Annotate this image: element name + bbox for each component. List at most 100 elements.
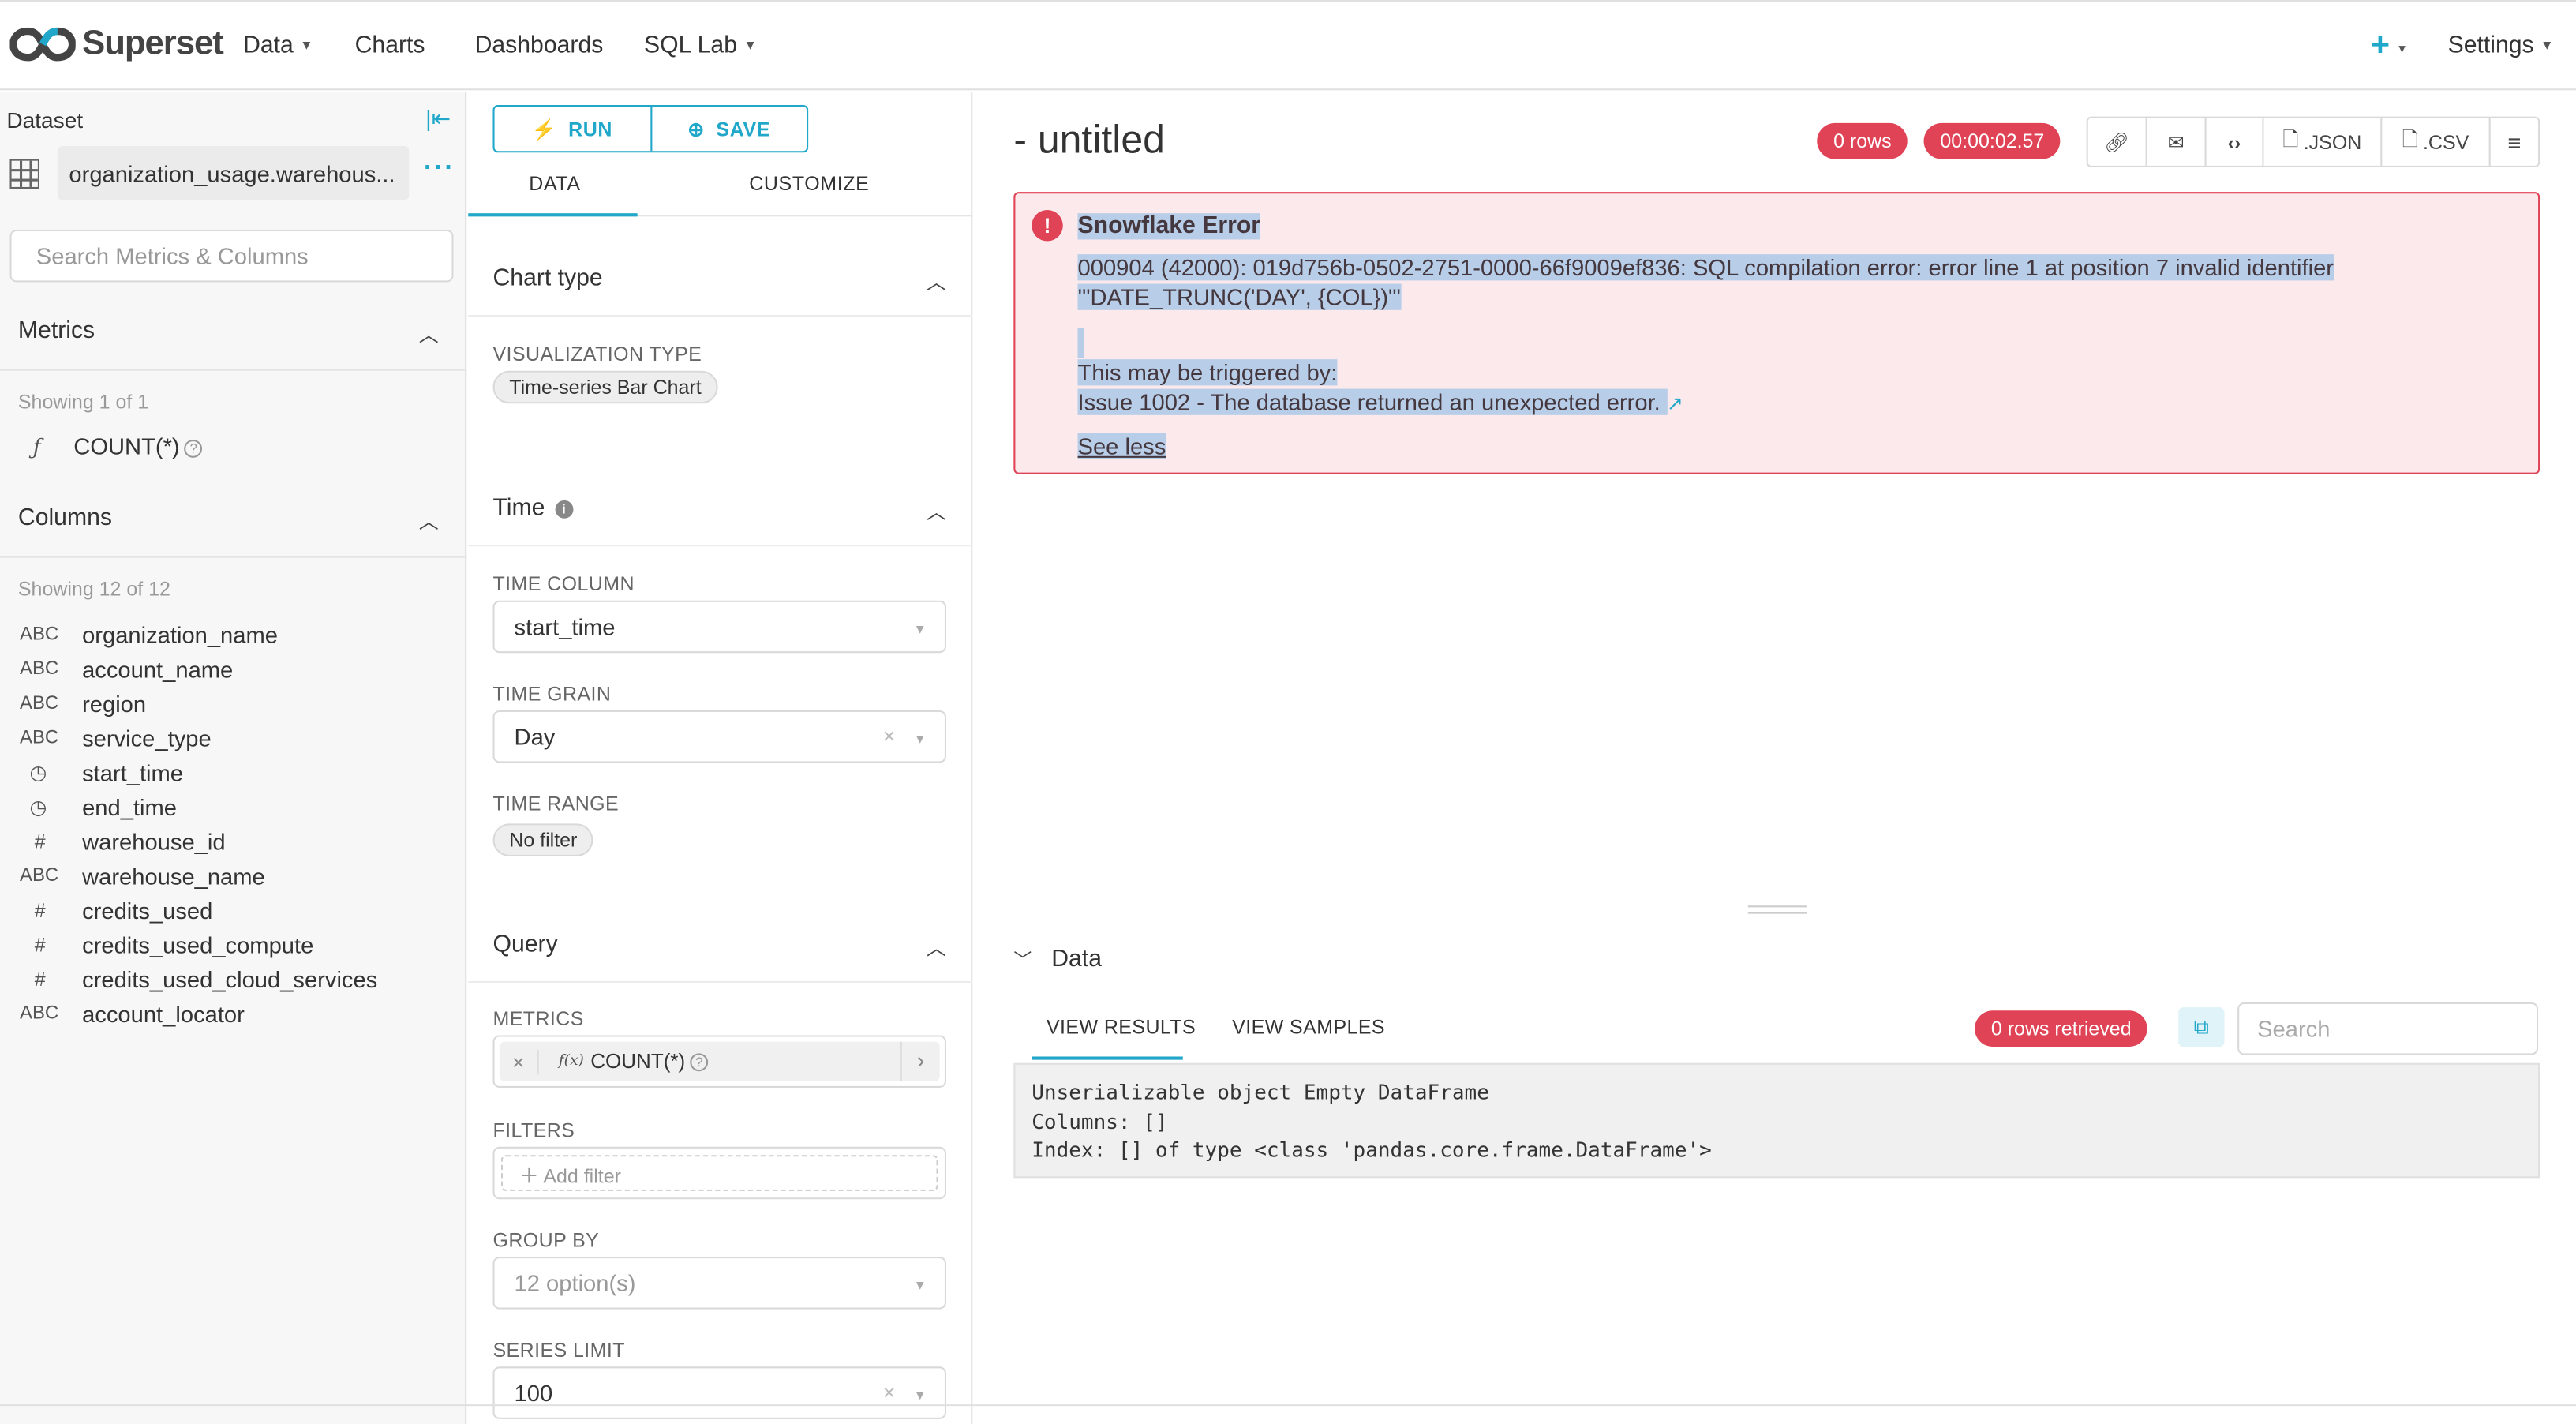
metric-pill[interactable]: × f(x) COUNT(*)? ›	[499, 1041, 940, 1081]
more-menu-button[interactable]: ≡	[2491, 118, 2538, 166]
external-link-icon[interactable]: ↗	[1667, 392, 1683, 415]
export-json-button[interactable]: 🗋 .JSON	[2263, 118, 2383, 166]
tab-view-results[interactable]: VIEW RESULTS	[1046, 1016, 1196, 1039]
column-name: credits_used_cloud_services	[82, 965, 378, 992]
add-filter-label: Add filter	[543, 1164, 621, 1188]
divider	[468, 980, 973, 983]
help-icon[interactable]: ?	[690, 1052, 709, 1071]
time-section-label: Time	[492, 495, 545, 522]
share-email-button[interactable]: ✉	[2147, 118, 2207, 166]
column-item[interactable]: ABC service_type	[20, 720, 212, 755]
export-csv-button[interactable]: 🗋 .CSV	[2382, 118, 2491, 166]
embed-code-button[interactable]: ‹›	[2207, 118, 2264, 166]
collapse-panel-icon[interactable]: |⇤	[425, 105, 451, 133]
error-alert: ! Snowflake Error 000904 (42000): 019d75…	[1013, 192, 2540, 474]
column-item[interactable]: # credits_used_compute	[20, 927, 314, 961]
top-navbar: Superset Data ▼ Charts Dashboards SQL Lab…	[0, 0, 2576, 91]
metrics-showing-count: Showing 1 of 1	[17, 390, 149, 414]
tab-data[interactable]: DATA	[529, 172, 580, 195]
triggered-by-text: This may be triggered by:	[1077, 358, 1338, 387]
data-pane-header[interactable]: ﹀ Data	[1013, 946, 1102, 972]
json-label: .JSON	[2303, 130, 2362, 154]
column-item[interactable]: ◷ start_time	[20, 755, 183, 789]
divider	[468, 315, 973, 317]
column-item[interactable]: ABC account_name	[20, 651, 233, 686]
settings-label: Settings	[2447, 32, 2534, 59]
issue-link[interactable]: Issue 1002 - The database returned an un…	[1077, 388, 1661, 415]
viz-type-selector[interactable]: Time-series Bar Chart	[492, 370, 718, 404]
code-icon: ‹›	[2227, 130, 2241, 154]
metrics-columns-search-input[interactable]	[9, 229, 454, 283]
metrics-section-header[interactable]: Metrics	[18, 318, 95, 344]
chart-type-section-header[interactable]: Chart type	[492, 266, 602, 292]
copy-results-button[interactable]: ⧉	[2178, 1007, 2225, 1047]
chevron-right-icon[interactable]: ›	[900, 1041, 940, 1081]
time-grain-select[interactable]: Day × ▼	[492, 710, 947, 763]
nav-sqllab-label: SQL Lab	[643, 32, 738, 59]
tab-customize[interactable]: CUSTOMIZE	[749, 172, 869, 195]
data-pane-title: Data	[1051, 946, 1103, 973]
column-item[interactable]: ABC region	[20, 686, 146, 721]
query-section-header[interactable]: Query	[492, 932, 557, 958]
dataset-more-icon[interactable]: ···	[424, 154, 455, 183]
resize-handle[interactable]	[1747, 905, 1807, 914]
run-label: RUN	[568, 117, 613, 141]
nav-dashboards-label: Dashboards	[474, 32, 604, 59]
chevron-up-icon[interactable]: ︿	[927, 934, 946, 961]
results-search-input[interactable]	[2237, 1002, 2539, 1055]
save-button[interactable]: ⊕ SAVE	[651, 107, 807, 151]
nav-sqllab-menu[interactable]: SQL Lab ▼	[644, 33, 757, 59]
nav-dashboards-link[interactable]: Dashboards	[475, 33, 604, 59]
new-item-button[interactable]: + ▼	[2371, 28, 2408, 66]
columns-section-header[interactable]: Columns	[18, 505, 112, 531]
chevron-up-icon[interactable]: ︿	[419, 507, 439, 534]
dataset-name[interactable]: organization_usage.warehous...	[57, 145, 410, 200]
string-type-icon: ABC	[19, 693, 59, 714]
issue-text: Issue 1002 - The database returned an un…	[1077, 388, 1683, 418]
chevron-up-icon[interactable]: ︿	[419, 320, 439, 347]
column-item[interactable]: # credits_used	[20, 893, 213, 927]
series-limit-select[interactable]: 100 × ▼	[492, 1366, 947, 1419]
superset-logo[interactable]: Superset	[9, 24, 224, 64]
tab-view-samples[interactable]: VIEW SAMPLES	[1232, 1016, 1385, 1039]
caret-down-icon: ▼	[913, 1278, 927, 1293]
clear-icon[interactable]: ×	[883, 1380, 896, 1404]
run-save-group: ⚡ RUN ⊕ SAVE	[492, 105, 809, 153]
error-message-line2: '"DATE_TRUNC('DAY', {COL})"'	[1077, 283, 1401, 310]
time-grain-value: Day	[514, 723, 556, 750]
metric-pill-label: COUNT(*)	[590, 1050, 686, 1074]
metric-item[interactable]: ƒ COUNT(*)?	[33, 433, 203, 461]
see-less-link[interactable]: See less	[1077, 432, 1166, 461]
filters-control: ＋ Add filter	[492, 1146, 947, 1200]
info-icon[interactable]: i	[554, 500, 573, 519]
time-column-select[interactable]: start_time ▼	[492, 600, 947, 654]
help-icon[interactable]: ?	[184, 440, 203, 458]
nav-charts-link[interactable]: Charts	[355, 33, 425, 59]
column-item[interactable]: ABC account_locator	[20, 996, 245, 1031]
column-item[interactable]: # warehouse_id	[20, 823, 226, 858]
lightning-icon: ⚡	[531, 117, 557, 141]
see-less-label: See less	[1077, 433, 1166, 459]
add-filter-button[interactable]: ＋ Add filter	[500, 1155, 938, 1191]
time-range-selector[interactable]: No filter	[492, 823, 594, 856]
chevron-up-icon[interactable]: ︿	[927, 497, 946, 525]
column-item[interactable]: ABC organization_name	[20, 616, 278, 651]
remove-metric-icon[interactable]: ×	[500, 1049, 539, 1074]
copy-link-button[interactable]: 🔗︎	[2088, 118, 2147, 166]
time-section-header[interactable]: Time i	[492, 495, 573, 522]
string-type-icon: ABC	[19, 624, 59, 644]
column-item[interactable]: ◷ end_time	[20, 789, 176, 824]
chevron-up-icon[interactable]: ︿	[927, 268, 946, 295]
clear-icon[interactable]: ×	[883, 724, 896, 748]
run-button[interactable]: ⚡ RUN	[495, 107, 652, 152]
settings-menu[interactable]: Settings ▼	[2448, 33, 2554, 59]
divider	[468, 545, 973, 547]
group-by-select[interactable]: 12 option(s) ▼	[492, 1257, 947, 1310]
results-output: Unserializable object Empty DataFrame Co…	[1013, 1062, 2540, 1179]
column-item[interactable]: # credits_used_cloud_services	[20, 961, 378, 996]
time-column-value: start_time	[514, 613, 616, 640]
divider	[0, 369, 467, 371]
chart-title[interactable]: - untitled	[1013, 118, 1165, 164]
nav-data-menu[interactable]: Data ▼	[243, 33, 313, 59]
column-item[interactable]: ABC warehouse_name	[20, 858, 265, 893]
